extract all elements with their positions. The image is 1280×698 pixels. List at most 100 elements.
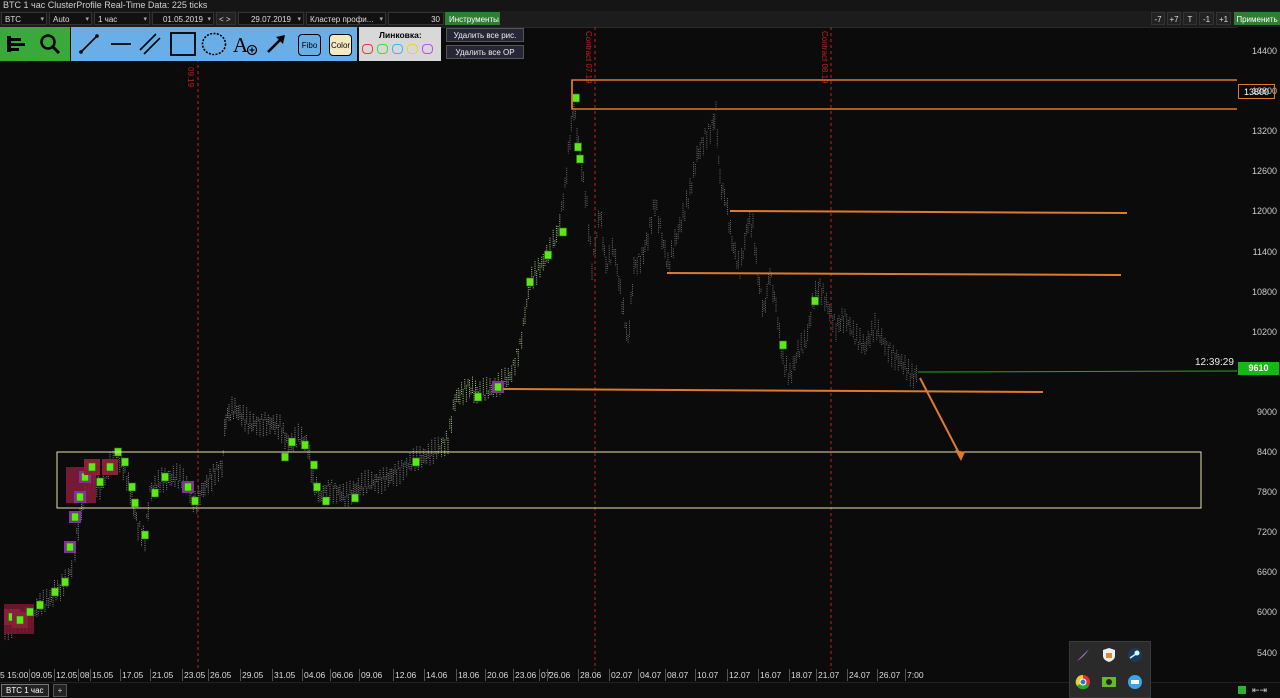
segment-icon[interactable] <box>77 33 101 55</box>
time-tick: 12.05 <box>56 670 78 680</box>
price-tick: 6600 <box>1256 567 1277 578</box>
resistance-zone-box <box>571 79 1277 110</box>
last-price-badge: 9610 <box>1238 362 1279 375</box>
time-tick: 23.05 <box>184 670 206 680</box>
time-tick-separator <box>816 669 817 681</box>
arrow-icon[interactable] <box>264 33 288 55</box>
shift-plus-1-button[interactable]: +1 <box>1216 12 1231 25</box>
date-nav-arrows[interactable]: < > <box>216 12 236 25</box>
shift-minus-7-button[interactable]: -7 <box>1151 12 1165 25</box>
volume-cluster <box>310 460 318 470</box>
time-tick-separator <box>302 669 303 681</box>
levels-icon[interactable] <box>5 33 29 55</box>
volume-cluster <box>161 472 169 482</box>
volume-cluster <box>572 93 580 103</box>
time-tick-separator <box>90 669 91 681</box>
circle-icon[interactable] <box>201 32 227 56</box>
feather-icon[interactable] <box>1074 646 1092 664</box>
linking-label: Линковка: <box>379 30 422 40</box>
today-button[interactable]: T <box>1183 12 1197 25</box>
tools-button[interactable]: Инструменты <box>445 12 500 25</box>
mode-select[interactable]: Auto <box>49 12 92 25</box>
time-tick: 12.06 <box>395 670 417 680</box>
time-tick-separator <box>150 669 151 681</box>
price-tick: 14400 <box>1251 46 1277 56</box>
time-tick: 02.07 <box>611 670 633 680</box>
value-input[interactable]: 30 <box>388 12 444 25</box>
symbol-select[interactable]: BTC <box>1 12 47 25</box>
time-tick-separator <box>182 669 183 681</box>
volume-cluster <box>351 493 359 503</box>
link-color-swatch[interactable] <box>392 44 403 54</box>
chrome-icon[interactable] <box>1074 673 1092 691</box>
time-tick: 23.06 <box>515 670 537 680</box>
volume-cluster <box>779 340 787 350</box>
chart-type-select[interactable]: Кластер профи... <box>306 12 386 25</box>
time-tick: 18.07 <box>791 670 813 680</box>
link-color-swatch[interactable] <box>422 44 433 54</box>
time-tick: 26.05 <box>210 670 232 680</box>
time-tick: 7:00 <box>907 670 924 680</box>
messenger-icon[interactable] <box>1126 673 1144 691</box>
level-line-9300 <box>502 388 1044 393</box>
time-tick-separator <box>547 669 548 681</box>
time-tick: 21.05 <box>152 670 174 680</box>
range-box <box>56 451 1202 509</box>
time-tick-separator <box>120 669 121 681</box>
window-title: BTC 1 час ClusterProfile Real-Time Data:… <box>0 0 1280 11</box>
fibo-button[interactable]: Fibo <box>298 34 321 56</box>
time-tick-separator <box>485 669 486 681</box>
chart-canvas: 09.19 Contract 07.19 Contract 08.19 <box>4 27 1277 670</box>
delete-all-op-button[interactable]: Удалить все ОР <box>446 45 524 59</box>
shield-icon[interactable] <box>1100 646 1118 664</box>
nvidia-icon[interactable] <box>1100 673 1118 691</box>
horizontal-line-icon[interactable] <box>109 33 133 55</box>
rectangle-icon[interactable] <box>170 32 196 56</box>
link-color-swatch[interactable] <box>407 44 418 54</box>
link-color-swatches <box>362 44 442 56</box>
draw-tools-group: A Fibo Color <box>71 27 357 61</box>
text-add-icon[interactable]: A <box>231 32 259 56</box>
shift-minus-1-button[interactable]: -1 <box>1199 12 1214 25</box>
resize-icon[interactable]: ⇤⇥ <box>1252 685 1267 696</box>
price-axis[interactable]: 14400 13800 13200 12600 12000 11400 10800 10200… <box>1237 27 1280 670</box>
level-line-12000 <box>729 210 1128 214</box>
add-tab-button[interactable]: + <box>53 684 67 697</box>
time-tick-separator <box>54 669 55 681</box>
color-button[interactable]: Color <box>329 34 352 56</box>
chart-tab[interactable]: BTC 1 час <box>1 684 49 697</box>
shift-plus-7-button[interactable]: +7 <box>1167 12 1181 25</box>
parallel-lines-icon[interactable] <box>138 33 162 55</box>
volume-cluster <box>61 577 69 587</box>
steam-icon[interactable] <box>1126 646 1144 664</box>
price-chart[interactable]: 09.19 Contract 07.19 Contract 08.19 <box>0 27 1277 670</box>
volume-cluster <box>288 437 296 447</box>
drawing-panel: A Fibo Color Линковка: Удалить все рис. … <box>0 27 525 61</box>
volume-cluster <box>76 492 84 502</box>
time-tick-separator <box>905 669 906 681</box>
svg-text:A: A <box>233 33 249 56</box>
apply-button[interactable]: Применить <box>1234 12 1280 25</box>
date-from-picker[interactable]: 01.05.2019 <box>152 12 214 25</box>
level-line-11000 <box>666 272 1122 276</box>
price-tick: 7200 <box>1256 527 1277 538</box>
delete-all-drawings-button[interactable]: Удалить все рис. <box>446 28 524 42</box>
link-color-swatch[interactable] <box>377 44 388 54</box>
date-to-picker[interactable]: 29.07.2019 <box>238 12 304 25</box>
search-icon[interactable] <box>38 33 62 55</box>
volume-cluster <box>36 600 44 610</box>
link-color-swatch[interactable] <box>362 44 373 54</box>
price-tick: 7800 <box>1256 487 1277 498</box>
time-tick-separator <box>539 669 540 681</box>
time-tick: 16.07 <box>760 670 782 680</box>
expand-icon[interactable] <box>1238 686 1246 694</box>
time-axis[interactable]: 5 15:00 09.05 12.05 08 15.05 17.05 21.05 23.05 2… <box>0 668 1237 682</box>
time-tick-separator <box>727 669 728 681</box>
volume-cluster <box>576 154 584 164</box>
price-tick: 8400 <box>1256 447 1277 457</box>
timeframe-select[interactable]: 1 час <box>94 12 150 25</box>
volume-cluster <box>96 477 104 487</box>
volume-cluster <box>474 392 482 402</box>
current-time-label: 12:39:29 <box>1195 357 1234 368</box>
price-tick: 12000 <box>1251 206 1277 217</box>
